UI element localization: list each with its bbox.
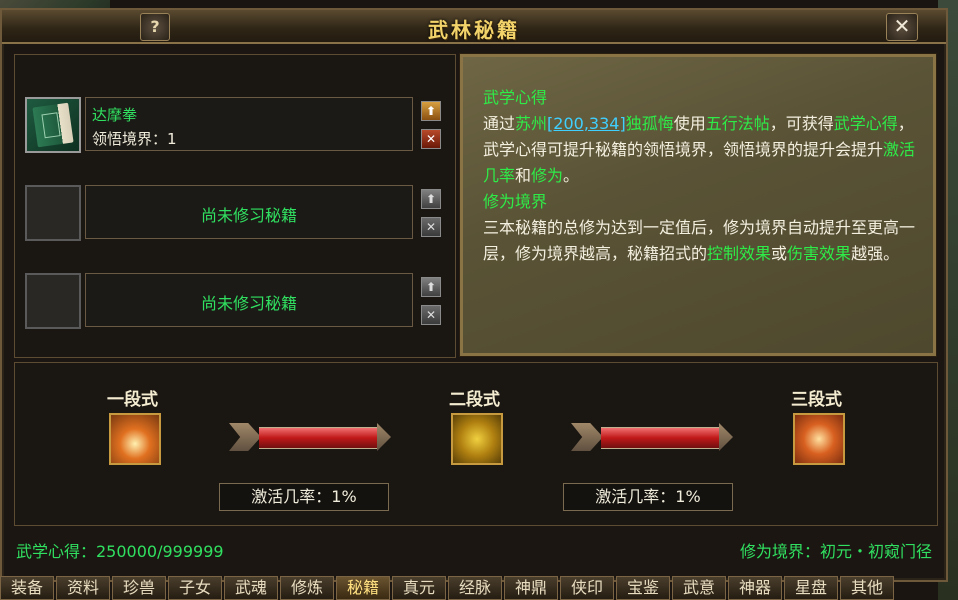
- cultivation-realm: 修为境界：初元・初窥门径: [739, 542, 932, 561]
- progress-arrow-1: [229, 423, 393, 451]
- tab-8[interactable]: 经脉: [448, 576, 502, 600]
- text: 或: [771, 244, 788, 263]
- text: 越强。: [851, 244, 900, 263]
- stage-1-label: 一段式: [107, 390, 158, 410]
- book-slot-1-icon[interactable]: [25, 97, 81, 153]
- flame-stage-icon[interactable]: [109, 413, 161, 465]
- stages-panel: 一段式 激活几率：1% 二段式 激活几率：1% 三段式: [14, 362, 938, 526]
- coordinate-link[interactable]: [200,334]: [547, 114, 626, 133]
- tab-7[interactable]: 真元: [392, 576, 446, 600]
- tab-4[interactable]: 武魂: [224, 576, 278, 600]
- title-bar[interactable]: ? 武林秘籍 ✕: [2, 10, 946, 44]
- text: ，可获得: [769, 114, 834, 133]
- book-slot-3-info[interactable]: 尚未修习秘籍: [85, 273, 413, 327]
- slot-1-move-up-button[interactable]: ⬆: [421, 101, 441, 121]
- window-title: 武林秘籍: [428, 18, 520, 42]
- text: 和: [515, 166, 532, 185]
- tab-3[interactable]: 子女: [168, 576, 222, 600]
- book-slot-2-info[interactable]: 尚未修习秘籍: [85, 185, 413, 239]
- slot-3-move-up-button[interactable]: ⬆: [421, 277, 441, 297]
- character-tabs: 装备 资料 珍兽 子女 武魂 修炼 秘籍 真元 经脉 神鼎 侠印 宝鉴 武意 神器 星盘 其他: [0, 576, 944, 600]
- slot-1-remove-button[interactable]: ✕: [421, 129, 441, 149]
- book-name: 达摩拳: [92, 106, 138, 124]
- item-name: 五行法帖: [705, 114, 770, 133]
- heading-xiuwei: 修为境界: [483, 192, 548, 211]
- heading-xinde: 武学心得: [483, 88, 548, 107]
- npc-name: 独孤悔: [625, 114, 674, 133]
- green-book-icon: [32, 102, 74, 148]
- city-name: 苏州: [515, 114, 548, 133]
- description-text: 武学心得 通过苏州[200,334]独孤悔使用五行法帖，可获得武学心得，武学心得…: [483, 85, 923, 267]
- stage-2-label: 二段式: [449, 390, 500, 410]
- keyword: 武学心得: [833, 114, 898, 133]
- tab-15[interactable]: 其他: [840, 576, 894, 600]
- tab-5[interactable]: 修炼: [280, 576, 334, 600]
- status-bar: 武学心得：250000/999999 修为境界：初元・初窥门径: [14, 532, 936, 562]
- swastika-stage-icon[interactable]: [451, 413, 503, 465]
- stage-3-label: 三段式: [791, 390, 842, 410]
- description-panel: 武学心得 通过苏州[200,334]独孤悔使用五行法帖，可获得武学心得，武学心得…: [459, 53, 937, 357]
- book-slot-1-info[interactable]: 达摩拳 领悟境界：1: [85, 97, 413, 151]
- keyword: 修为: [531, 166, 564, 185]
- tab-13[interactable]: 神器: [728, 576, 782, 600]
- activation-rate-1: 激活几率：1%: [219, 483, 389, 511]
- empty-slot-text: 尚未修习秘籍: [200, 294, 297, 313]
- activation-rate-2: 激活几率：1%: [563, 483, 733, 511]
- tab-12[interactable]: 武意: [672, 576, 726, 600]
- slot-2-move-up-button[interactable]: ⬆: [421, 189, 441, 209]
- martial-books-window: ? 武林秘籍 ✕ 达摩拳 领悟境界：1 ⬆ ✕ 尚未修习秘籍 ⬆ ✕ 尚未修习秘…: [0, 8, 948, 582]
- paragraph-xinde: 通过苏州[200,334]独孤悔使用五行法帖，可获得武学心得，武学心得可提升秘籍…: [483, 111, 923, 189]
- paragraph-xiuwei: 三本秘籍的总修为达到一定值后，修为境界自动提升至更高一层，修为境界越高，秘籍招式…: [483, 215, 923, 267]
- keyword: 控制效果: [707, 244, 772, 263]
- slot-3-remove-button[interactable]: ✕: [421, 305, 441, 325]
- text: 。: [563, 166, 580, 185]
- book-slot-3-icon[interactable]: [25, 273, 81, 329]
- tab-14[interactable]: 星盘: [784, 576, 838, 600]
- progress-arrow-2: [571, 423, 735, 451]
- keyword: 伤害效果: [787, 244, 852, 263]
- book-slots-panel: 达摩拳 领悟境界：1 ⬆ ✕ 尚未修习秘籍 ⬆ ✕ 尚未修习秘籍 ⬆ ✕: [14, 54, 456, 358]
- tab-10[interactable]: 侠印: [560, 576, 614, 600]
- text: 通过: [483, 114, 516, 133]
- book-slot-2-icon[interactable]: [25, 185, 81, 241]
- tab-2[interactable]: 珍兽: [112, 576, 166, 600]
- tab-11[interactable]: 宝鉴: [616, 576, 670, 600]
- slot-2-remove-button[interactable]: ✕: [421, 217, 441, 237]
- tab-1[interactable]: 资料: [56, 576, 110, 600]
- book-level: 领悟境界：1: [92, 130, 177, 148]
- text: 使用: [673, 114, 706, 133]
- empty-slot-text: 尚未修习秘籍: [200, 206, 297, 225]
- martial-insight-count: 武学心得：250000/999999: [16, 542, 224, 561]
- spider-stage-icon[interactable]: [793, 413, 845, 465]
- tab-9[interactable]: 神鼎: [504, 576, 558, 600]
- close-button[interactable]: ✕: [886, 13, 918, 41]
- tab-6[interactable]: 秘籍: [336, 576, 390, 600]
- tab-0[interactable]: 装备: [0, 576, 54, 600]
